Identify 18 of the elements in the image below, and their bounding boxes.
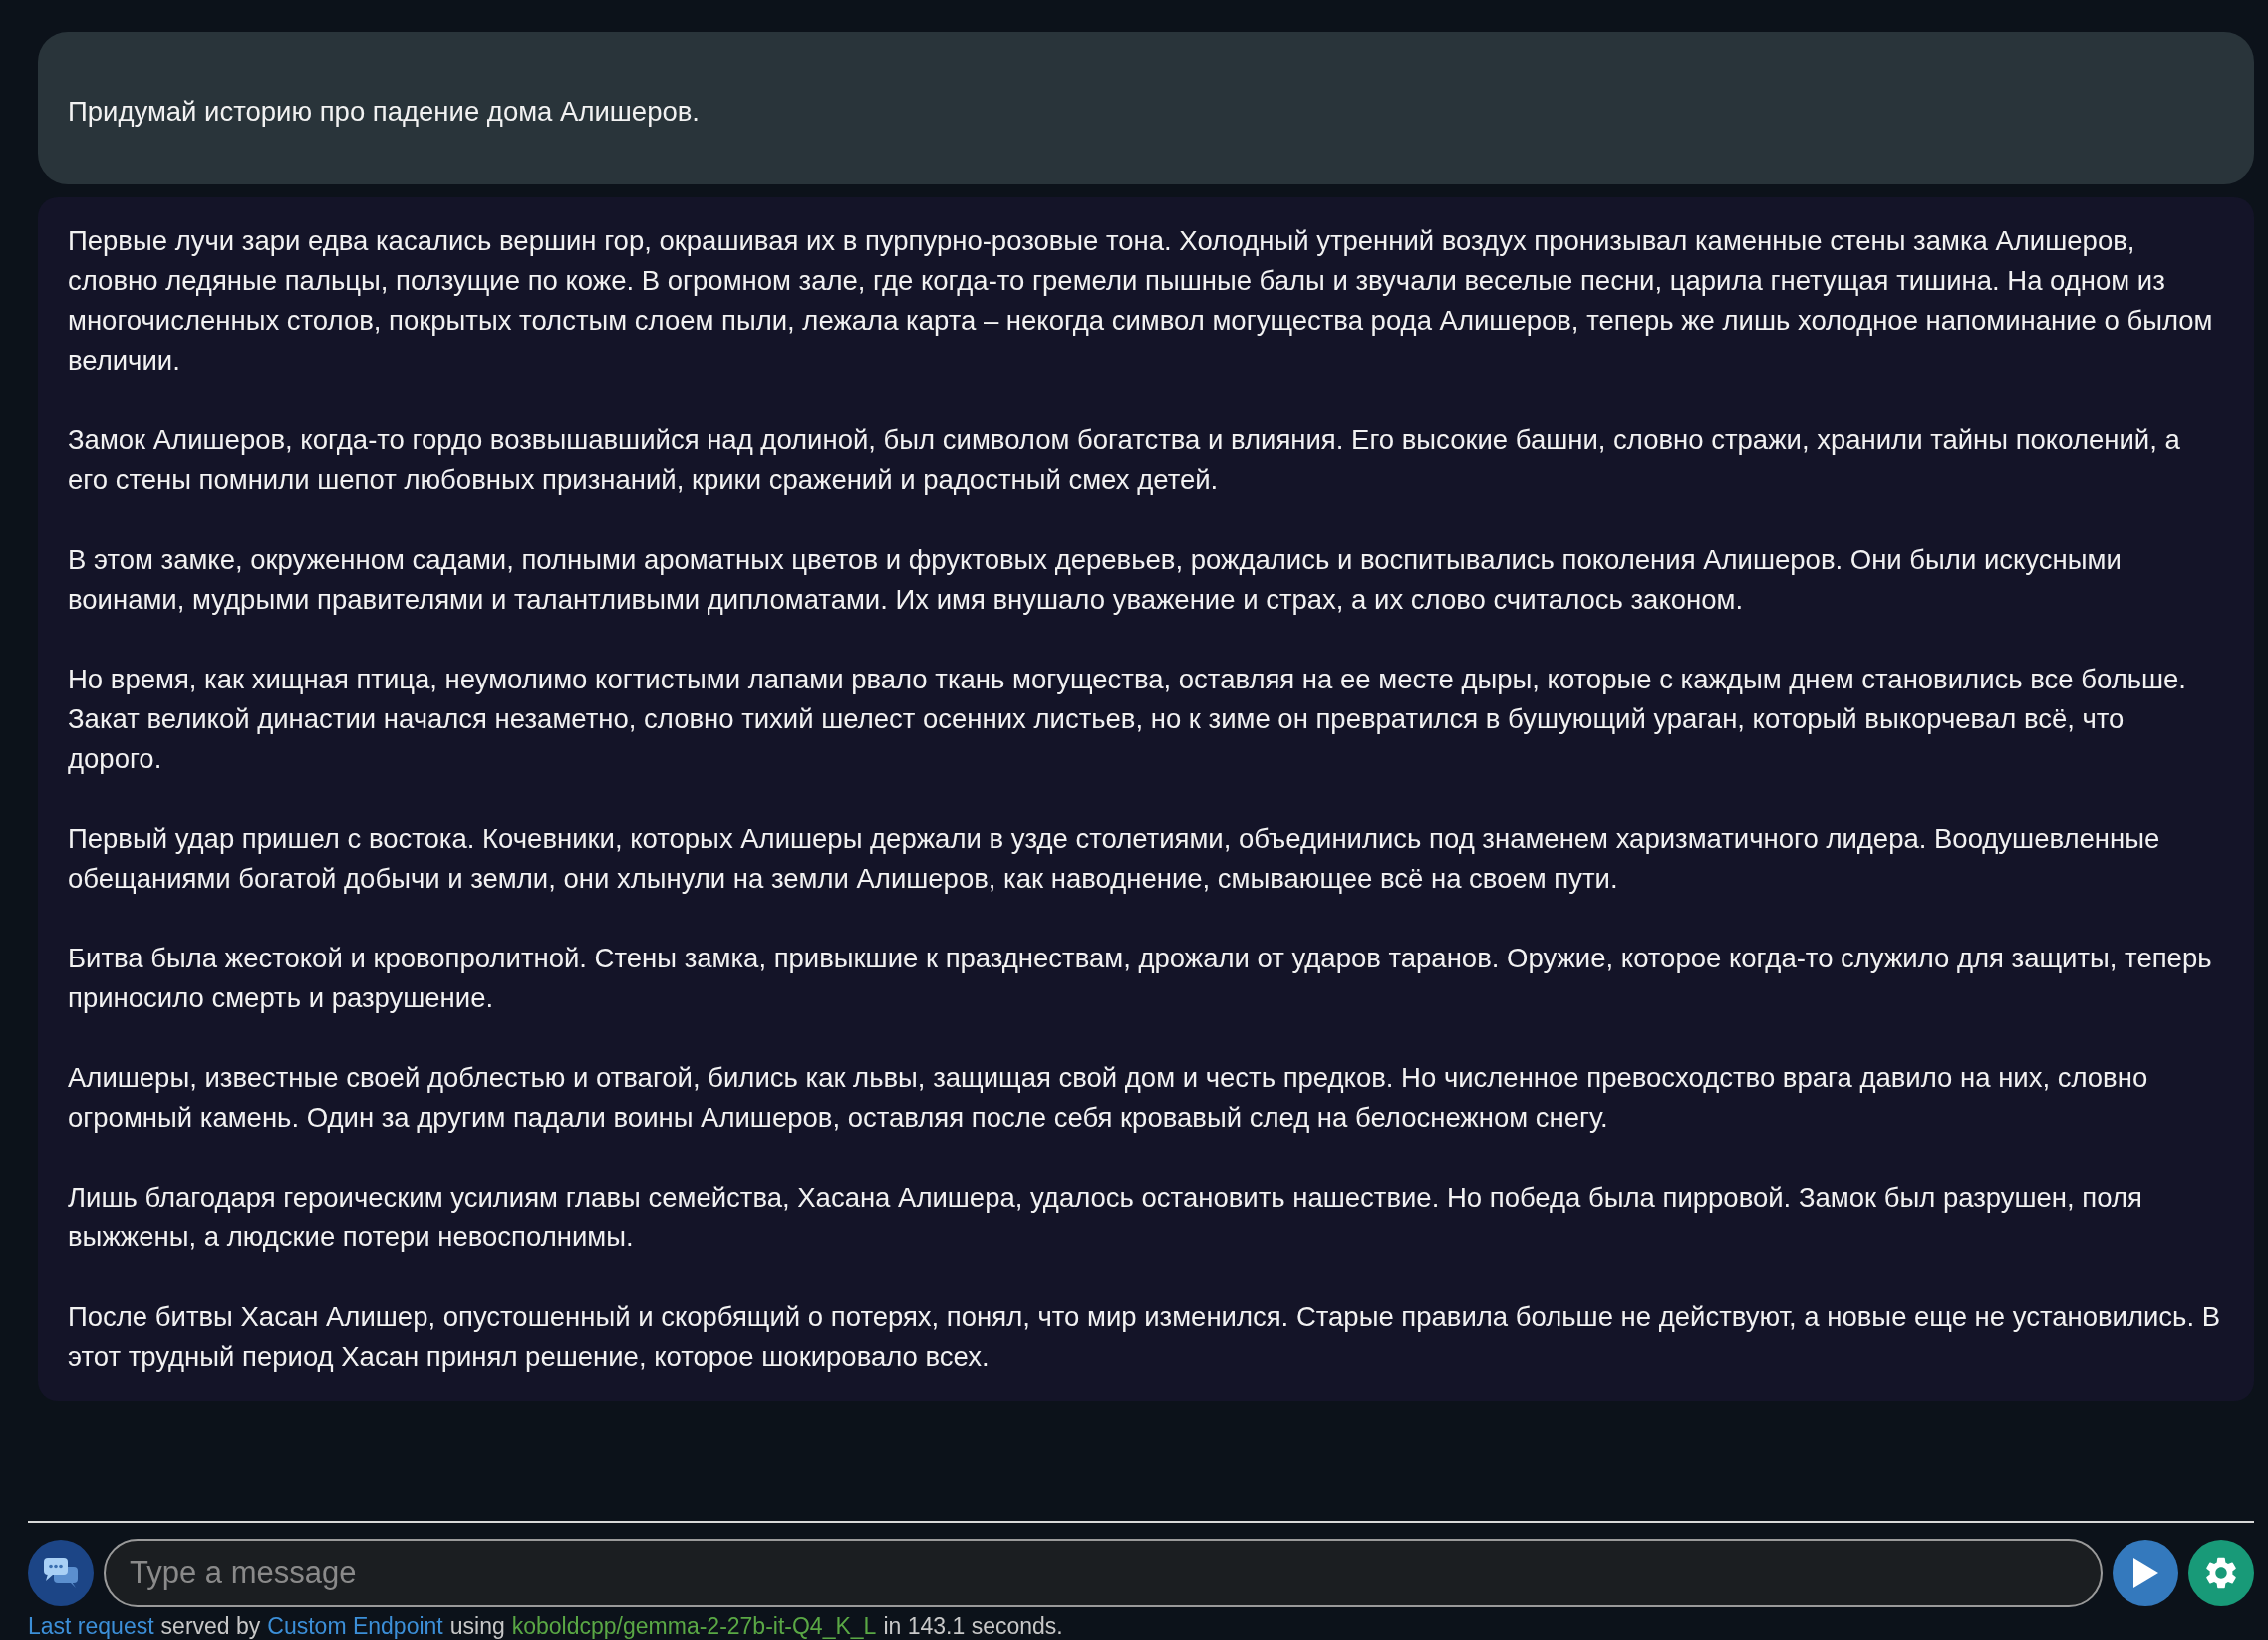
message-paragraph: Алишеры, известные своей доблестью и отвагой, бились как львы, защищая свой дом и честь предков. Но численное превосходство врага давило на них, словно огромный камень. Один за другим падали воины Алишеров, оставляя после себя кровавый след на белоснежном снегу. xyxy=(68,1061,2149,1135)
user-message-text: Придумай историю про падение дома Алишеров. xyxy=(68,95,701,129)
status-text: using xyxy=(449,1613,505,1640)
play-icon xyxy=(2130,1556,2160,1590)
message-paragraph: Но время, как хищная птица, неумолимо когтистыми лапами рвало ткань могущества, оставляя на ее месте дыры, которые с каждым днем становились все больше. Закат великой династии начался незаметно, словно тихий шелест осенних листьев, но к зиме он превратился в бушующий ураган, который выкорчевал всё, что дорого. xyxy=(68,663,2187,776)
message-paragraph: В этом замке, окруженном садами, полными ароматных цветов и фруктовых деревьев, рождались и воспитывались поколения Алишеров. Они были искусными воинами, мудрыми правителями и талантливыми дипломатами. Их имя внушало уважение и страх, а их слово считалось законом. xyxy=(68,543,2123,617)
status-text: in 143.1 seconds. xyxy=(883,1613,1063,1640)
message-paragraph: Первые лучи зари едва касались вершин гор, окрашивая их в пурпурно-розовые тона. Холодный утренний воздух пронизывал каменные стены замка Алишеров, словно ледяные пальцы, ползущие по коже. В огромном зале, где когда-то гремели пышные балы и звучали веселые песни, царила гнетущая тишина. На одном из многочисленных столов, покрытых толстым слоем пыли, лежала карта – некогда символ могущества рода Алишеров, теперь же лишь холодное напоминание о былом величии. xyxy=(68,224,2214,378)
status-text: served by xyxy=(160,1613,261,1640)
message-paragraph: Первый удар пришел с востока. Кочевники, которых Алишеры держали в узде столетиями, объединились под знаменем харизматичного лидера. Воодушевленные обещаниями богатой добычи и земли, они хлынули на земли Алишеров, как наводнение, смывающее всё на своем пути. xyxy=(68,822,2161,896)
message-input-field[interactable]: Type a message xyxy=(104,1539,2103,1607)
message-paragraph: Замок Алишеров, когда-то гордо возвышавшийся над долиной, был символом богатства и влияния. Его высокие башни, словно стражи, хранили тайны поколений, а его стены помнили шепот любовных признаний, крики сражений и радостный смех детей. xyxy=(68,423,2181,497)
model-name: koboldcpp/gemma-2-27b-it-Q4_K_L xyxy=(511,1613,877,1640)
status-link[interactable]: Custom Endpoint xyxy=(267,1613,443,1640)
message-paragraph: Битва была жестокой и кровопролитной. Стены замка, привыкшие к празднествам, дрожали от ударов таранов. Оружие, которое когда-то служило для защиты, теперь приносило смерть и разрушение. xyxy=(68,942,2213,1015)
message-paragraph: Лишь благодаря героическим усилиям главы семейства, Хасана Алишера, удалось остановить нашествие. Но победа была пирровой. Замок был разрушен, поля выжжены, а людские потери невосполнимы. xyxy=(68,1181,2143,1254)
status-link[interactable]: Last request xyxy=(28,1613,154,1640)
message-paragraph: После битвы Хасан Алишер, опустошенный и скорбящий о потерях, понял, что мир изменился. Старые правила больше не действуют, а новые еще не установились. В этот трудный период Хасан принял решение, которое шокировало всех. xyxy=(68,1300,2222,1374)
